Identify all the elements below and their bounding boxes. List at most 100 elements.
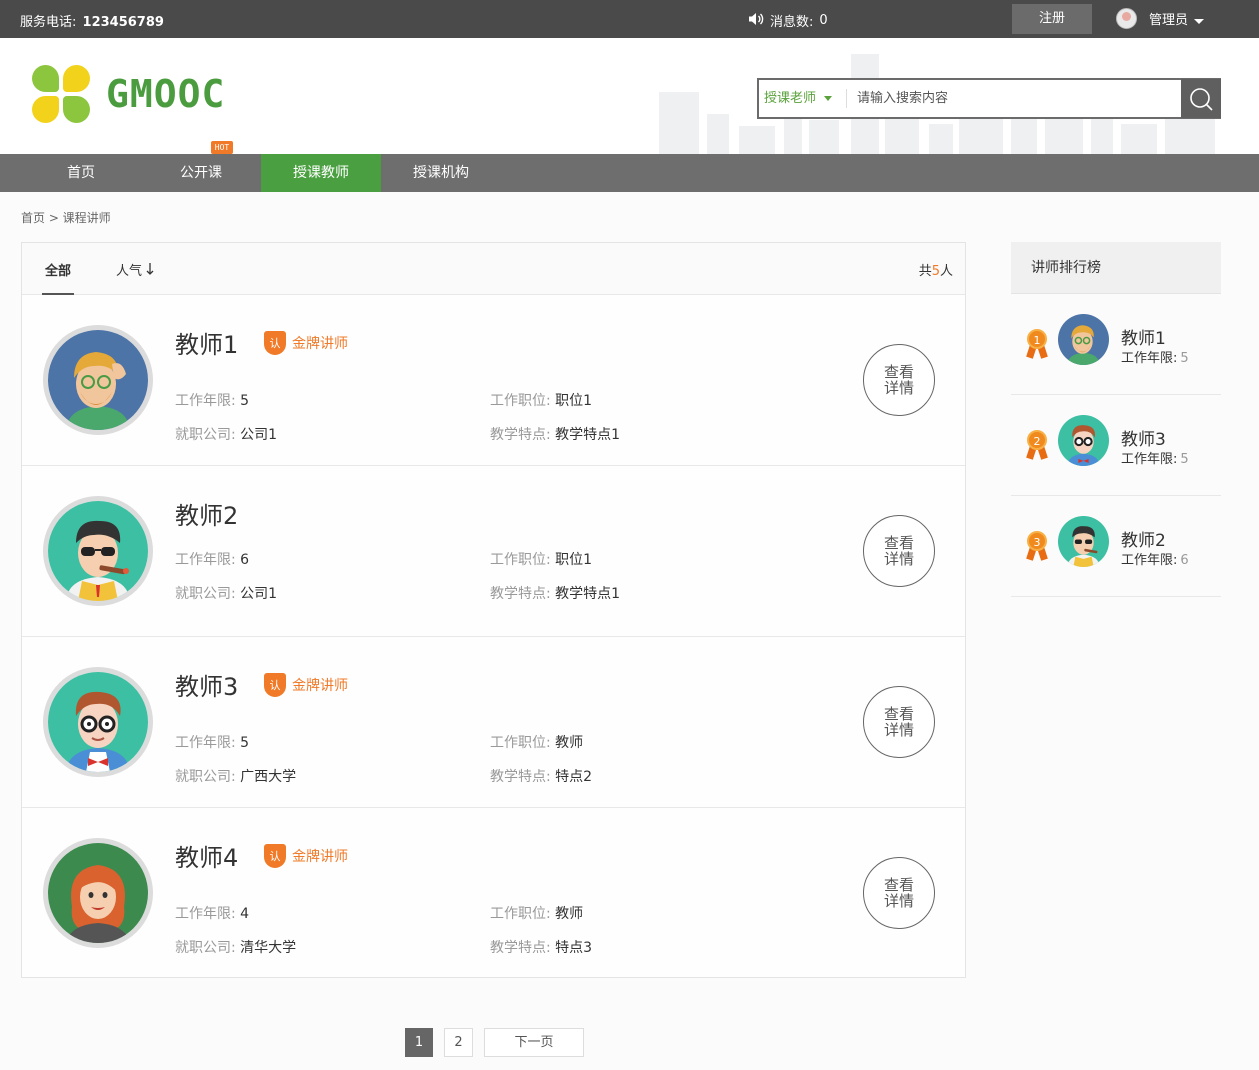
header: GMOOC 授课老师 [0, 38, 1259, 154]
search-button[interactable] [1181, 79, 1221, 118]
nav-item-home[interactable]: 首页 [21, 154, 141, 192]
ranking-years: 工作年限: 6 [1121, 553, 1189, 568]
gold-teacher-label: 金牌讲师 [292, 678, 348, 694]
teacher-avatar[interactable] [43, 667, 153, 777]
teacher-avatar[interactable] [43, 325, 153, 435]
main-nav: 首页 公开课 授课教师 授课机构 [0, 154, 1259, 192]
medal-icon: 3 [1026, 531, 1048, 561]
nav-item-teachers[interactable]: 授课教师 [261, 154, 381, 192]
ranking-avatar [1058, 516, 1109, 567]
teacher-avatar[interactable] [43, 496, 153, 606]
breadcrumb: 首页 > 课程讲师 [21, 211, 111, 225]
gold-teacher-label: 金牌讲师 [292, 336, 348, 352]
teacher-years: 工作年限: 4 [175, 906, 250, 922]
nav-item-open-courses[interactable]: 公开课 [141, 154, 261, 192]
teacher-years: 工作年限: 5 [175, 393, 250, 409]
message-count-value: 0 [819, 13, 828, 28]
search-input[interactable] [847, 80, 1181, 117]
next-page-button[interactable]: 下一页 [484, 1028, 584, 1057]
chevron-down-icon [1194, 19, 1205, 24]
view-details-button[interactable]: 查看详情 [863, 344, 935, 416]
page-1-button[interactable]: 1 [405, 1028, 433, 1057]
gold-teacher-badge: 认 金牌讲师 [264, 673, 348, 697]
certified-shield-icon: 认 [264, 331, 286, 355]
ranking-avatar [1058, 314, 1109, 365]
teacher-company: 就职公司: 广西大学 [175, 769, 297, 785]
teacher-name[interactable]: 教师2 [175, 496, 238, 531]
tab-all[interactable]: 全部 [42, 260, 74, 295]
user-menu[interactable]: 管理员 [1116, 8, 1205, 29]
teacher-avatar[interactable] [43, 838, 153, 948]
user-avatar [1116, 8, 1137, 29]
register-button[interactable]: 注册 [1012, 4, 1092, 34]
nav-item-organizations[interactable]: 授课机构 [381, 154, 501, 192]
teacher-years: 工作年限: 5 [175, 735, 250, 751]
service-phone-number: 123456789 [82, 15, 164, 30]
teacher-name[interactable]: 教师1 [175, 325, 238, 360]
search-type-select[interactable]: 授课老师 [759, 89, 847, 108]
rank-number: 2 [1027, 430, 1047, 450]
page-2-button[interactable]: 2 [444, 1028, 473, 1057]
ranking-years: 工作年限: 5 [1121, 452, 1189, 467]
ranking-name: 教师3 [1121, 430, 1166, 450]
teacher-row: 教师2 工作年限: 6 工作职位: 职位1 就职公司: 公司1 教学特点: 教学… [22, 466, 965, 637]
view-details-button[interactable]: 查看详情 [863, 686, 935, 758]
search-bar: 授课老师 [757, 78, 1221, 119]
service-phone-label: 服务电话: [20, 15, 77, 30]
tab-popularity-label: 人气 [116, 264, 143, 279]
logo[interactable]: GMOOC [32, 65, 225, 123]
teacher-company: 就职公司: 公司1 [175, 586, 278, 602]
medal-icon: 1 [1026, 329, 1048, 359]
teacher-position: 工作职位: 教师 [490, 906, 584, 922]
ranking-title: 讲师排行榜 [1011, 242, 1221, 294]
teacher-name[interactable]: 教师3 [175, 667, 238, 702]
user-name: 管理员 [1149, 13, 1189, 28]
total-count-number: 5 [931, 264, 940, 279]
service-phone: 服务电话: 123456789 [20, 11, 164, 30]
top-bar: 服务电话: 123456789 消息数: 0 注册 管理员 [0, 0, 1259, 38]
teacher-position: 工作职位: 职位1 [490, 393, 593, 409]
ranking-item[interactable]: 1 教师1 工作年限: 5 [1011, 294, 1221, 395]
pagination: 1 2 下一页 [0, 1028, 1259, 1057]
teacher-row: 教师1 认 金牌讲师 工作年限: 5 工作职位: 职位1 就职公司: 公司1 教… [22, 295, 965, 466]
teacher-name[interactable]: 教师4 [175, 838, 238, 873]
clover-logo-icon [32, 65, 90, 123]
rank-number: 1 [1027, 329, 1047, 349]
list-tabs: 全部 人气 共5人 [22, 243, 965, 295]
teacher-years: 工作年限: 6 [175, 552, 250, 568]
search-type-label: 授课老师 [764, 91, 817, 106]
teacher-feature: 教学特点: 教学特点1 [490, 427, 621, 443]
certified-shield-icon: 认 [264, 673, 286, 697]
message-count-label: 消息数: [770, 15, 814, 30]
teacher-row: 教师3 认 金牌讲师 工作年限: 5 工作职位: 教师 就职公司: 广西大学 教… [22, 637, 965, 808]
search-icon [1190, 87, 1213, 111]
view-details-button[interactable]: 查看详情 [863, 857, 935, 929]
teacher-company: 就职公司: 公司1 [175, 427, 278, 443]
teacher-feature: 教学特点: 特点2 [490, 769, 593, 785]
ranking-name: 教师1 [1121, 329, 1166, 349]
gold-teacher-badge: 认 金牌讲师 [264, 331, 348, 355]
ranking-item[interactable]: 3 教师2 工作年限: 6 [1011, 496, 1221, 597]
view-details-button[interactable]: 查看详情 [863, 515, 935, 587]
total-count: 共5人 [919, 260, 953, 279]
ranking-name: 教师2 [1121, 531, 1166, 551]
teacher-company: 就职公司: 清华大学 [175, 940, 297, 956]
medal-icon: 2 [1026, 430, 1048, 460]
certified-shield-icon: 认 [264, 844, 286, 868]
teacher-position: 工作职位: 职位1 [490, 552, 593, 568]
teacher-list-panel: 全部 人气 共5人 教师1 认 金牌讲师 工作年限: 5 工作职位: 职位1 就… [21, 242, 966, 978]
rank-number: 3 [1027, 531, 1047, 551]
tab-popularity[interactable]: 人气 [116, 260, 154, 279]
message-count[interactable]: 消息数: 0 [748, 11, 828, 30]
speaker-icon [748, 12, 764, 30]
teacher-ranking-panel: 讲师排行榜 1 教师1 工作年限: 5 2 教师3 工作年限: 5 3 教师2 … [1011, 242, 1221, 597]
ranking-avatar [1058, 415, 1109, 466]
gold-teacher-badge: 认 金牌讲师 [264, 844, 348, 868]
brand-name: GMOOC [106, 72, 226, 116]
ranking-item[interactable]: 2 教师3 工作年限: 5 [1011, 395, 1221, 496]
hot-badge: HOT [211, 141, 233, 154]
ranking-years: 工作年限: 5 [1121, 351, 1189, 366]
teacher-feature: 教学特点: 特点3 [490, 940, 593, 956]
total-count-prefix: 共 [918, 264, 932, 279]
chevron-down-icon [824, 96, 833, 101]
